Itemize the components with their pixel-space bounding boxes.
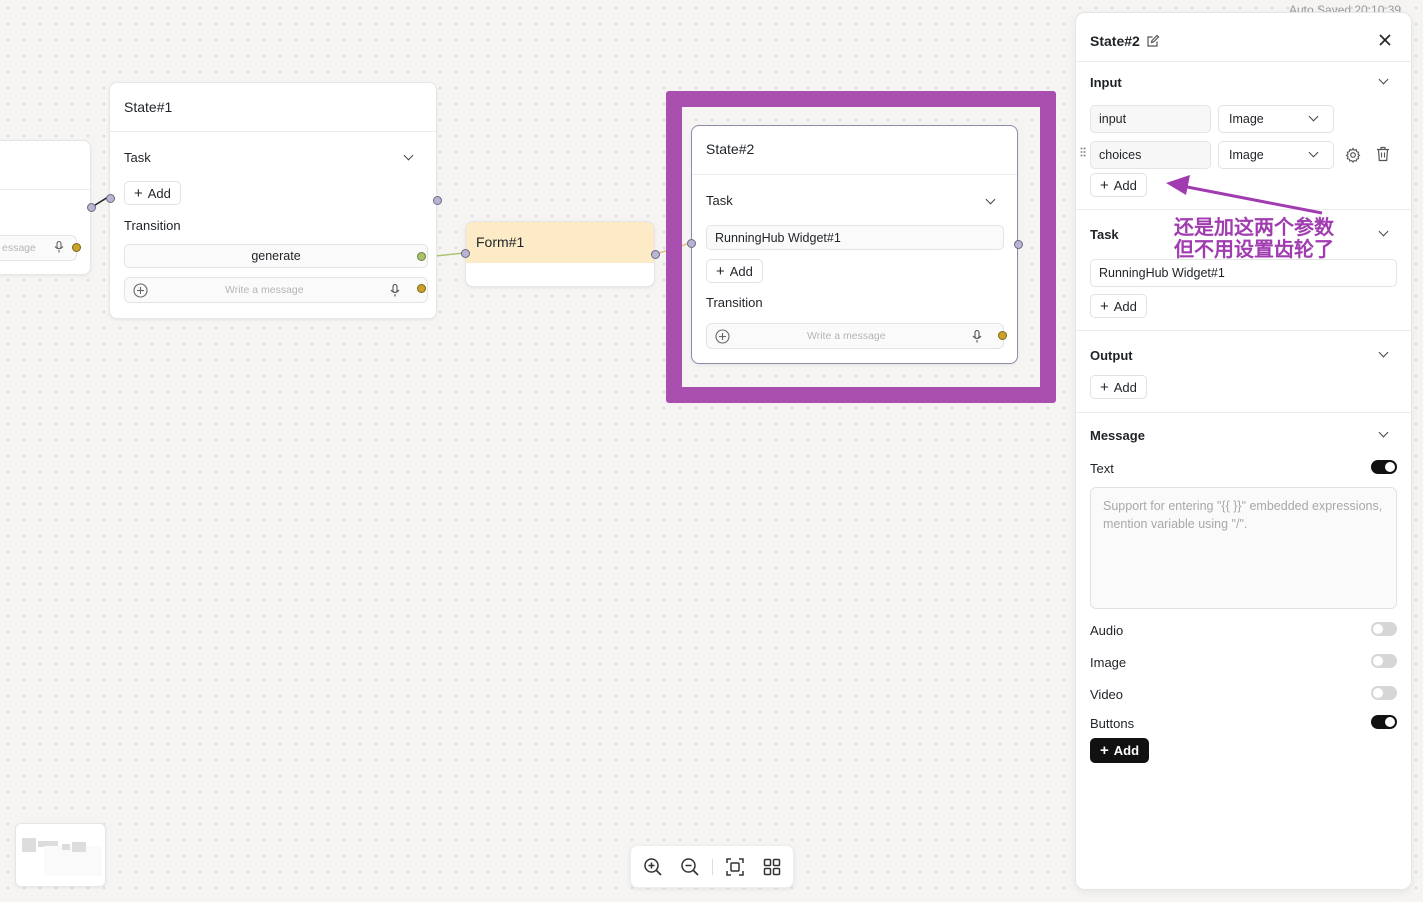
input-section-title: Input [1090, 75, 1122, 90]
chevron-down-icon [1308, 147, 1319, 158]
task-item-field[interactable]: RunningHub Widget#1 [1090, 259, 1397, 287]
buttons-toggle-label: Buttons [1090, 716, 1135, 731]
layout-grid-icon[interactable] [760, 855, 784, 879]
state1-message-placeholder: Write a message [225, 284, 304, 296]
state2-task-label: Task [706, 193, 733, 208]
state1-out-port[interactable] [433, 196, 442, 205]
chevron-down-icon [1308, 111, 1319, 122]
state2-message-port[interactable] [998, 331, 1007, 340]
state2-message-placeholder: Write a message [807, 330, 886, 342]
add-circle-icon[interactable] [715, 328, 730, 344]
canvas-toolbar [630, 845, 794, 888]
state2-title: State#2 [706, 141, 755, 157]
chevron-down-icon[interactable] [1378, 226, 1389, 237]
text-toggle[interactable] [1371, 460, 1397, 474]
microphone-icon[interactable] [54, 240, 64, 256]
minimap[interactable] [15, 823, 106, 887]
left-node[interactable]: essage [0, 140, 91, 275]
buttons-add-button[interactable]: + Add [1090, 738, 1150, 763]
plus-icon: + [134, 184, 143, 202]
task-section-title: Task [1090, 227, 1119, 242]
left-node-message-port[interactable] [72, 243, 81, 252]
choices-name-field[interactable]: choices [1090, 141, 1211, 169]
form1-out-port[interactable] [651, 250, 660, 259]
trash-icon[interactable] [1376, 146, 1390, 165]
chevron-down-icon[interactable] [1378, 427, 1389, 438]
choices-type-select[interactable]: Image [1218, 141, 1334, 169]
plus-icon: + [1100, 742, 1109, 759]
add-circle-icon[interactable] [133, 282, 148, 298]
message-section-title: Message [1090, 428, 1145, 443]
annotation-arrow [1166, 175, 1323, 215]
state1-node[interactable]: State#1 Task + Add Transition generate W… [109, 82, 437, 319]
left-node-message-bar[interactable]: essage [0, 235, 77, 261]
plus-icon: + [716, 262, 725, 280]
fit-view-icon[interactable] [723, 855, 747, 879]
annotation-text: 还是加这两个参数 但不用设置齿轮了 [1174, 215, 1334, 261]
form1-node[interactable]: Form#1 [465, 221, 655, 287]
input-add-button[interactable]: + Add [1090, 173, 1147, 197]
video-toggle-label: Video [1090, 687, 1124, 702]
output-add-button[interactable]: + Add [1090, 375, 1147, 399]
state1-add-task-button[interactable]: + Add [124, 181, 181, 205]
plus-icon: + [1100, 297, 1109, 315]
image-toggle-label: Image [1090, 655, 1127, 670]
state1-transition-generate[interactable]: generate [124, 244, 428, 268]
gear-icon[interactable] [1342, 145, 1364, 165]
message-textarea[interactable]: Support for entering "{{ }}" embedded ex… [1090, 487, 1397, 609]
state1-task-label: Task [124, 150, 151, 165]
chevron-down-icon[interactable] [985, 194, 996, 205]
zoom-in-icon[interactable] [641, 855, 665, 879]
state2-add-task-button[interactable]: + Add [706, 259, 763, 283]
state1-in-port[interactable] [106, 194, 115, 203]
state1-transition-port[interactable] [417, 252, 426, 261]
chevron-down-icon[interactable] [403, 150, 414, 161]
state1-message-bar[interactable]: Write a message [124, 277, 428, 303]
audio-toggle-label: Audio [1090, 623, 1124, 638]
input-name-field[interactable]: input [1090, 105, 1211, 133]
drag-handle-icon[interactable] [1080, 147, 1086, 157]
state2-in-port[interactable] [687, 239, 696, 248]
microphone-icon[interactable] [972, 329, 982, 343]
state2-message-bar[interactable]: Write a message [706, 323, 1004, 349]
video-toggle[interactable] [1371, 686, 1397, 700]
zoom-out-icon[interactable] [678, 855, 702, 879]
properties-panel: State#2 Input input Image choices Image … [1075, 12, 1412, 890]
audio-toggle[interactable] [1371, 622, 1397, 636]
edit-icon[interactable] [1146, 34, 1160, 48]
state1-title: State#1 [124, 99, 173, 115]
chevron-down-icon[interactable] [1378, 74, 1389, 85]
state2-node[interactable]: State#2 Task RunningHub Widget#1 + Add T… [691, 125, 1018, 364]
plus-icon: + [1100, 176, 1109, 194]
state2-task-item[interactable]: RunningHub Widget#1 [706, 225, 1004, 250]
left-node-out-port[interactable] [87, 203, 96, 212]
task-add-button[interactable]: + Add [1090, 294, 1147, 318]
form1-title: Form#1 [476, 234, 525, 250]
image-toggle[interactable] [1371, 654, 1397, 668]
state2-transition-label: Transition [706, 295, 763, 310]
form1-in-port[interactable] [461, 249, 470, 258]
text-toggle-label: Text [1090, 461, 1114, 476]
buttons-toggle[interactable] [1371, 715, 1397, 729]
panel-title: State#2 [1090, 33, 1160, 49]
microphone-icon[interactable] [390, 283, 400, 297]
plus-icon: + [1100, 378, 1109, 396]
state1-transition-label: Transition [124, 218, 181, 233]
state1-message-port[interactable] [417, 284, 426, 293]
state2-out-port[interactable] [1014, 240, 1023, 249]
chevron-down-icon[interactable] [1378, 347, 1389, 358]
input-type-select[interactable]: Image [1218, 105, 1334, 133]
output-section-title: Output [1090, 348, 1133, 363]
close-icon[interactable] [1378, 33, 1392, 50]
